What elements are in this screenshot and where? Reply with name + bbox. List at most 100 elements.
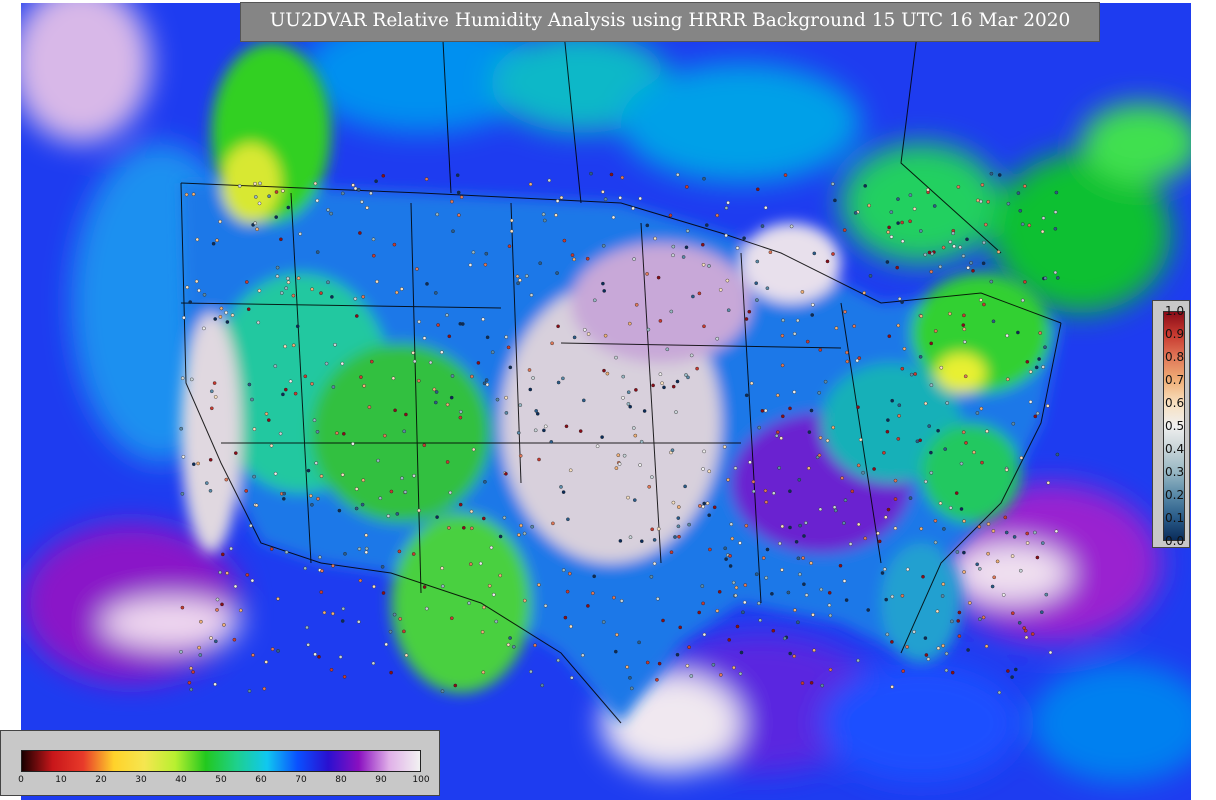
station-marker xyxy=(386,514,391,518)
station-marker xyxy=(792,331,797,336)
station-marker xyxy=(360,200,364,204)
station-marker xyxy=(540,683,545,688)
station-marker xyxy=(701,504,705,509)
station-marker xyxy=(722,445,727,449)
station-marker xyxy=(1054,190,1059,195)
station-marker xyxy=(395,512,400,516)
station-marker xyxy=(213,317,217,321)
station-marker xyxy=(800,290,805,294)
station-marker xyxy=(728,554,732,558)
station-marker xyxy=(802,582,806,587)
station-marker xyxy=(1010,675,1014,679)
station-marker xyxy=(761,556,766,560)
station-marker xyxy=(417,319,421,324)
station-marker xyxy=(191,192,196,196)
station-marker xyxy=(735,624,740,629)
station-marker xyxy=(884,597,889,602)
station-marker xyxy=(508,636,512,640)
station-marker xyxy=(702,449,706,454)
station-marker xyxy=(283,344,287,349)
station-marker xyxy=(856,658,860,663)
station-marker xyxy=(651,383,655,388)
station-marker xyxy=(986,199,991,204)
station-marker xyxy=(1011,611,1015,616)
station-marker xyxy=(313,181,318,186)
station-marker xyxy=(393,408,397,413)
station-marker xyxy=(1005,333,1009,338)
station-marker xyxy=(372,584,376,589)
station-marker xyxy=(197,645,201,650)
station-marker xyxy=(831,425,836,430)
station-marker xyxy=(897,403,902,408)
station-marker xyxy=(900,594,905,598)
station-marker xyxy=(531,376,535,380)
station-marker xyxy=(326,280,330,285)
humidity-colorbar-tick: 50 xyxy=(215,775,227,785)
station-marker xyxy=(913,372,918,376)
station-marker xyxy=(179,650,183,654)
station-marker xyxy=(658,319,663,323)
station-marker xyxy=(842,579,847,583)
station-marker xyxy=(555,199,560,203)
station-marker xyxy=(220,552,225,557)
station-marker xyxy=(777,466,782,470)
station-marker xyxy=(509,229,514,233)
station-marker xyxy=(861,470,865,475)
station-marker xyxy=(572,257,576,262)
station-marker xyxy=(625,665,629,669)
station-marker xyxy=(229,546,233,551)
station-marker xyxy=(306,468,311,473)
station-marker xyxy=(382,433,387,438)
station-marker xyxy=(238,608,243,613)
station-marker xyxy=(358,578,363,583)
observation-colorbar-tick: 0.5 xyxy=(1165,419,1185,433)
station-marker xyxy=(202,292,207,297)
station-marker xyxy=(508,365,513,370)
station-marker xyxy=(288,379,293,384)
station-marker xyxy=(551,521,555,526)
station-marker xyxy=(549,440,554,444)
station-marker xyxy=(481,317,485,322)
station-marker xyxy=(310,502,314,507)
station-marker xyxy=(586,604,590,608)
station-marker xyxy=(364,533,369,538)
station-marker xyxy=(1055,452,1060,457)
station-marker xyxy=(927,424,932,428)
station-marker xyxy=(757,601,761,606)
station-marker xyxy=(943,447,948,451)
station-marker xyxy=(812,251,817,256)
station-marker xyxy=(257,288,262,293)
station-marker xyxy=(518,453,523,458)
station-marker xyxy=(315,429,320,434)
station-marker xyxy=(592,574,597,579)
station-marker xyxy=(776,393,780,398)
station-marker xyxy=(669,309,674,314)
station-marker xyxy=(632,426,636,430)
station-marker xyxy=(980,183,985,187)
station-marker xyxy=(482,605,486,610)
station-marker xyxy=(754,281,759,286)
station-marker xyxy=(952,244,956,249)
station-marker xyxy=(702,324,706,329)
station-marker xyxy=(1014,667,1018,672)
station-marker xyxy=(318,555,322,560)
station-marker xyxy=(1023,184,1027,188)
station-marker xyxy=(744,523,749,528)
station-marker xyxy=(281,189,285,193)
station-marker xyxy=(705,501,710,506)
station-marker xyxy=(986,522,991,526)
humidity-colorbar-tick: 100 xyxy=(412,775,430,785)
station-marker xyxy=(900,220,904,225)
station-marker xyxy=(933,329,938,333)
station-marker xyxy=(279,291,284,295)
station-marker xyxy=(391,376,396,381)
station-marker xyxy=(966,265,970,270)
station-marker xyxy=(550,341,554,346)
station-marker xyxy=(380,565,385,569)
station-marker xyxy=(435,515,439,519)
station-marker xyxy=(582,398,586,403)
station-marker xyxy=(209,636,213,640)
station-marker xyxy=(793,608,797,612)
station-marker xyxy=(224,310,228,315)
station-marker xyxy=(518,278,522,283)
